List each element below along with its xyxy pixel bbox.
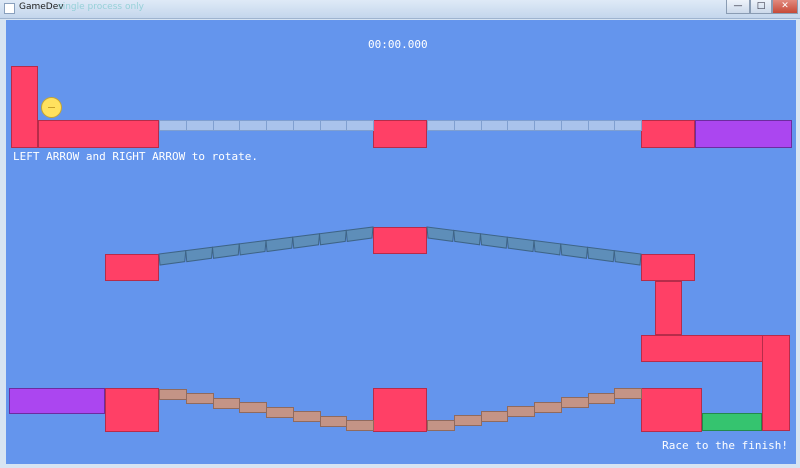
bridge-plank [534, 401, 562, 413]
bottom-middle-platform [373, 388, 427, 432]
bottom-right-platform [641, 388, 702, 432]
bridge-plank [533, 239, 562, 256]
game-canvas[interactable]: 00:00.000 LEFT ARROW and RIGHT ARROW to … [6, 20, 796, 464]
bridge-plank [479, 233, 508, 249]
bottom-left-platform [105, 388, 159, 432]
bridge-plank [426, 226, 455, 242]
bridge-plank [158, 250, 187, 266]
bridge-plank [238, 239, 267, 256]
minimize-button[interactable]: — [726, 0, 750, 14]
bridge-plank [586, 246, 615, 263]
bridge-plank [480, 410, 509, 422]
bridge-plank [185, 393, 214, 405]
bridge-plank [211, 243, 240, 259]
bridge-plank [318, 229, 347, 246]
bridge-plank [185, 246, 214, 263]
bridge-plank [560, 243, 589, 259]
bridge-plank [319, 415, 348, 427]
bridge-plank [292, 233, 321, 249]
bottom-portal-block [9, 388, 105, 414]
bridge-plank [507, 406, 535, 418]
bridge-plank [345, 226, 374, 242]
close-icon: ✕ [781, 1, 789, 11]
bridge-plank [292, 411, 321, 423]
app-window-icon [4, 3, 15, 14]
maximize-button[interactable]: □ [750, 0, 772, 14]
bridge-plank [614, 388, 642, 399]
bridge-plank [212, 397, 241, 409]
window-titlebar[interactable]: GameDev single process only — □ ✕ [0, 0, 800, 19]
window-title: GameDev [19, 2, 64, 12]
bridge-plank [506, 236, 535, 253]
right-shelf [641, 335, 765, 362]
maximize-icon: □ [756, 1, 766, 11]
bridge-plank [346, 420, 374, 431]
bridge-plank [453, 415, 482, 427]
finish-zone [702, 413, 762, 431]
minimize-icon: — [733, 1, 743, 11]
bridge-plank [587, 392, 616, 404]
bridge-plank [427, 420, 455, 431]
bridge-plank [560, 397, 589, 409]
right-pillar [655, 281, 682, 335]
bridge-plank [265, 236, 294, 253]
bridge-plank [239, 402, 267, 414]
bridge-plank [613, 250, 642, 266]
finish-right-wall [762, 335, 790, 431]
bridge-plank [453, 229, 482, 246]
bridge-plank [159, 389, 187, 400]
bridge-plank [266, 406, 294, 418]
window-title-ghost: single process only [58, 2, 144, 12]
close-button[interactable]: ✕ [772, 0, 798, 14]
